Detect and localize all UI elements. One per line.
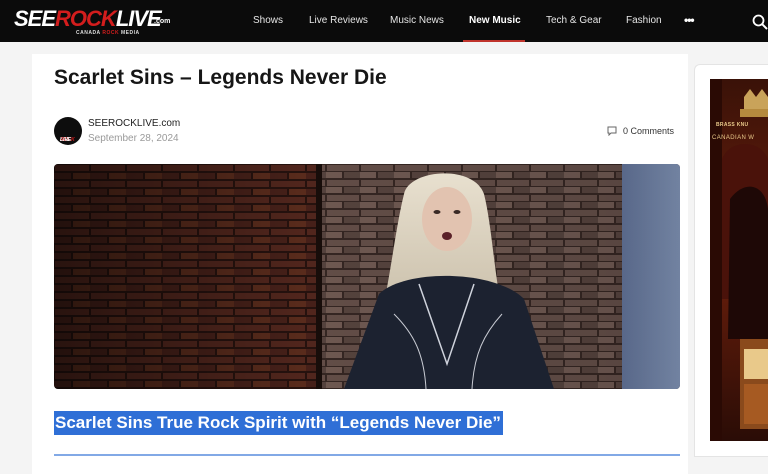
search-icon[interactable] [752,14,768,30]
section-divider [54,454,680,456]
comments-count: 0 Comments [623,126,675,136]
publish-date: September 28, 2024 [88,133,179,144]
article-subheading: Scarlet Sins True Rock Spirit with “Lege… [54,411,503,435]
comment-icon [607,126,617,136]
logo-tagline: CANADA ROCK MEDIA [76,30,140,36]
sidebar-advertisement[interactable] [710,79,768,441]
active-nav-indicator [463,40,525,42]
nav-item-new-music[interactable]: New Music [469,15,521,26]
nav-item-shows[interactable]: Shows [253,15,283,26]
site-logo[interactable]: SEEROCKLIVE .com CANADA ROCK MEDIA [14,6,176,37]
nav-item-fashion[interactable]: Fashion [626,15,662,26]
author-avatar[interactable]: SEE ROCK LIVE [54,117,82,145]
ad-brand-text: BRASS KNU [716,122,749,128]
logo-suffix: .com [154,18,171,25]
nav-item-music-news[interactable]: Music News [390,15,444,26]
nav-item-live-reviews[interactable]: Live Reviews [309,15,368,26]
logo-wordmark: SEEROCKLIVE [14,6,162,31]
featured-image [54,164,680,389]
ad-tagline-text: CANADIAN W [712,135,755,141]
comments-link[interactable]: 0 Comments [607,126,674,136]
article-title: Scarlet Sins – Legends Never Die [54,66,387,89]
author-name[interactable]: SEEROCKLIVE.com [88,118,180,129]
more-menu-button[interactable]: ••• [684,13,695,27]
nav-item-tech-gear[interactable]: Tech & Gear [546,15,602,26]
